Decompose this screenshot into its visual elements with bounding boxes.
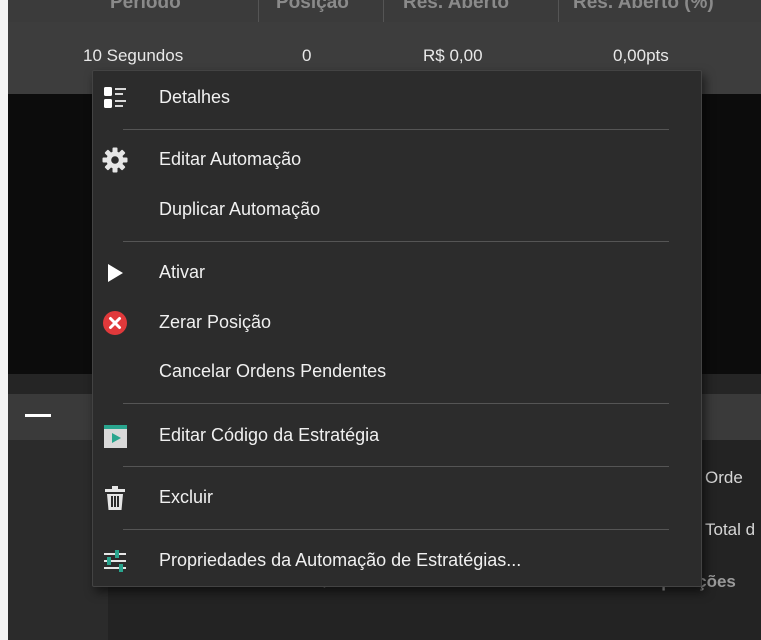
menu-item-label: Propriedades da Automação de Estratégias… [159, 550, 522, 570]
menu-item-excluir[interactable]: Excluir [93, 478, 701, 518]
menu-item-label: Excluir [159, 487, 214, 507]
column-header-periodo[interactable]: Período [110, 0, 181, 14]
gear-icon [101, 146, 129, 174]
details-list-icon [101, 84, 129, 112]
menu-item-label: Duplicar Automação [159, 199, 321, 219]
play-icon [101, 259, 129, 287]
column-header-res-aberto[interactable]: Res. Aberto [403, 0, 509, 14]
menu-item-zerar-posicao[interactable]: Zerar Posição [93, 303, 701, 343]
menu-item-label: Editar Automação [159, 149, 302, 169]
menu-separator [123, 129, 669, 130]
column-divider [258, 0, 259, 22]
menu-separator [123, 529, 669, 530]
close-circle-icon [101, 309, 129, 337]
menu-separator [123, 403, 669, 404]
column-divider [558, 0, 559, 22]
menu-item-label: Ativar [159, 262, 206, 282]
orders-label: Orde [705, 468, 743, 487]
menu-item-label: Cancelar Ordens Pendentes [159, 361, 387, 381]
column-divider [383, 0, 384, 22]
cell-periodo: 10 Segundos [83, 46, 184, 65]
trash-icon [101, 484, 129, 512]
menu-item-editar-automacao[interactable]: Editar Automação [93, 140, 701, 180]
code-editor-icon [101, 422, 129, 450]
table-header: Período Posição Res. Aberto Res. Aberto … [8, 0, 761, 22]
menu-separator [123, 466, 669, 467]
menu-item-label: Detalhes [159, 87, 231, 107]
menu-item-detalhes[interactable]: Detalhes [93, 78, 701, 118]
menu-item-label: Zerar Posição [159, 312, 272, 332]
settings-sliders-icon [101, 547, 129, 575]
menu-item-duplicar-automacao[interactable]: Duplicar Automação [93, 190, 701, 230]
menu-item-label: Editar Código da Estratégia [159, 425, 380, 445]
menu-item-editar-codigo[interactable]: Editar Código da Estratégia [93, 416, 701, 456]
menu-item-propriedades[interactable]: Propriedades da Automação de Estratégias… [93, 541, 701, 581]
collapse-icon[interactable] [25, 414, 51, 417]
cell-posicao: 0 [302, 46, 312, 65]
context-menu: Detalhes Editar Automação Duplicar Autom… [92, 70, 702, 587]
total-label: Total d [705, 520, 756, 539]
column-header-res-aberto-pct[interactable]: Res. Aberto (%) [573, 0, 714, 14]
menu-item-cancelar-ordens-pendentes[interactable]: Cancelar Ordens Pendentes [93, 352, 701, 392]
menu-separator [123, 241, 669, 242]
cell-res-aberto-pts: 0,00pts [613, 46, 669, 65]
menu-item-ativar[interactable]: Ativar [93, 253, 701, 293]
column-header-posicao[interactable]: Posição [276, 0, 349, 14]
cell-res-aberto: R$ 0,00 [423, 46, 483, 65]
